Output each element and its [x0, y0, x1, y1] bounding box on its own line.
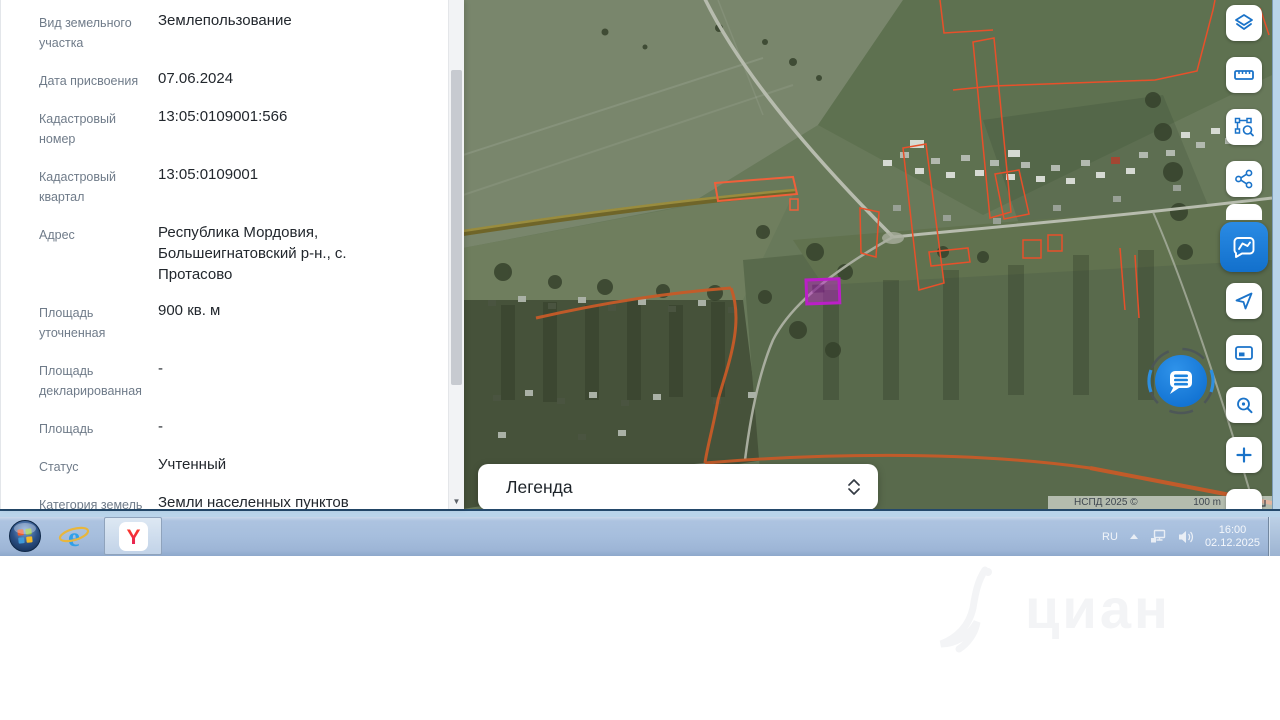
info-row-area-declared: Площадь декларированная - — [39, 358, 464, 401]
map-toolbar — [1220, 0, 1272, 509]
network-icon[interactable] — [1150, 529, 1167, 544]
zoom-out-button[interactable] — [1226, 489, 1262, 509]
ruler-button[interactable] — [1226, 57, 1262, 93]
row-value: - — [158, 360, 163, 377]
scale-label: 100 m — [1193, 497, 1221, 508]
info-row-cadastral-block: Кадастровый квартал 13:05:0109001 — [39, 164, 464, 207]
start-button[interactable] — [8, 519, 42, 553]
language-indicator[interactable]: RU — [1102, 531, 1118, 543]
plus-icon — [1236, 447, 1252, 463]
watermark-text: циан — [1025, 576, 1171, 640]
layers-button[interactable] — [1226, 5, 1262, 41]
cian-watermark: циан — [925, 562, 1171, 654]
info-row-date: Дата присвоения 07.06.2024 — [39, 68, 464, 91]
legend-panel[interactable]: Легенда — [478, 464, 878, 509]
cian-bird-icon — [939, 566, 992, 653]
row-value: Земли населенных пунктов — [158, 494, 349, 509]
satellite-map[interactable] — [463, 0, 1272, 509]
scrollbar-down-arrow-icon[interactable]: ▼ — [449, 494, 464, 509]
yandex-browser-icon: Y — [118, 521, 148, 551]
share-icon — [1235, 169, 1253, 189]
panel-scrollbar[interactable]: ▼ — [448, 0, 464, 509]
show-desktop-button[interactable] — [1268, 517, 1280, 556]
row-value: 13:05:0109001:566 — [158, 108, 288, 125]
row-value: Республика Мордовия, Большеигнатовский р… — [158, 224, 347, 283]
info-row-address: Адрес Республика Мордовия, Большеигнатов… — [39, 222, 464, 285]
row-value: 13:05:0109001 — [158, 166, 259, 183]
hidden-tool-button[interactable] — [1226, 204, 1262, 220]
row-label: Площадь — [39, 422, 94, 436]
draw-parcel-button-active[interactable] — [1220, 222, 1268, 272]
internet-explorer-button[interactable]: e — [54, 519, 94, 554]
svg-text:e: e — [68, 522, 80, 552]
layers-icon — [1235, 14, 1253, 30]
clock-date: 02.12.2025 — [1204, 536, 1260, 549]
ruler-icon — [1234, 70, 1254, 80]
draw-parcel-icon — [1233, 237, 1255, 258]
window-border-right — [1272, 0, 1280, 509]
info-row-land-type: Вид земельного участка Землепользование — [39, 10, 464, 53]
row-label: Площадь уточненная — [39, 306, 106, 340]
info-row-area-refined: Площадь уточненная 900 кв. м — [39, 300, 464, 343]
row-value: Землепользование — [158, 12, 292, 29]
mini-map-button[interactable] — [1226, 335, 1262, 371]
scrollbar-thumb[interactable] — [451, 70, 462, 385]
zoom-in-button[interactable] — [1226, 437, 1262, 473]
measure-area-button[interactable] — [1226, 109, 1262, 145]
map-area[interactable]: Легенда НСПД 2025 © 100 m — [463, 0, 1272, 509]
info-row-land-category: Категория земель Земли населенных пункто… — [39, 492, 464, 509]
volume-icon[interactable] — [1178, 530, 1194, 544]
yandex-browser-button[interactable]: Y — [104, 517, 162, 555]
measure-area-icon — [1234, 117, 1254, 137]
info-row-cadastral-number: Кадастровый номер 13:05:0109001:566 — [39, 106, 464, 149]
row-label: Вид земельного участка — [39, 16, 132, 50]
attribution-text: НСПД 2025 © — [1074, 497, 1138, 508]
row-label: Статус — [39, 460, 79, 474]
show-hidden-icons-arrow[interactable] — [1129, 532, 1139, 541]
mini-map-icon — [1235, 346, 1253, 360]
row-label: Площадь декларированная — [39, 364, 142, 398]
selected-parcel[interactable] — [804, 277, 842, 306]
row-value: 900 кв. м — [158, 302, 221, 319]
internet-explorer-icon: e — [58, 522, 90, 552]
window-border-bottom — [0, 509, 1280, 517]
legend-expand-collapse-icon[interactable] — [846, 477, 862, 497]
info-row-status: Статус Учтенный — [39, 454, 464, 477]
row-label: Категория земель — [39, 498, 143, 509]
clock-time: 16:00 — [1218, 523, 1247, 536]
browser-viewport: Вид земельного участка Землепользование … — [0, 0, 1280, 509]
row-label: Кадастровый номер — [39, 112, 116, 146]
desktop-screen: Вид земельного участка Землепользование … — [0, 0, 1280, 720]
locate-arrow-icon — [1235, 292, 1253, 310]
minus-icon — [1233, 496, 1255, 509]
system-tray: RU 16:00 02.12.2025 — [1102, 517, 1260, 556]
svg-text:Y: Y — [126, 526, 140, 549]
desktop-background: циан — [0, 556, 1280, 720]
search-area-button[interactable] — [1226, 387, 1262, 423]
parcel-info-panel: Вид земельного участка Землепользование … — [0, 0, 464, 509]
taskbar-clock[interactable]: 16:00 02.12.2025 — [1205, 524, 1260, 550]
row-value: 07.06.2024 — [158, 70, 234, 87]
row-label: Дата присвоения — [39, 74, 139, 88]
share-button[interactable] — [1226, 161, 1262, 197]
row-value: - — [158, 418, 163, 435]
row-label: Кадастровый квартал — [39, 170, 116, 204]
chat-fab-button[interactable] — [1144, 344, 1218, 418]
search-area-icon — [1237, 397, 1253, 414]
taskbar: e Y RU 16:00 02.12.2025 — [0, 517, 1280, 556]
row-label: Адрес — [39, 228, 75, 242]
row-value: Учтенный — [158, 456, 227, 473]
info-row-area: Площадь - — [39, 416, 464, 439]
legend-title: Легенда — [506, 476, 573, 497]
locate-button[interactable] — [1226, 283, 1262, 319]
